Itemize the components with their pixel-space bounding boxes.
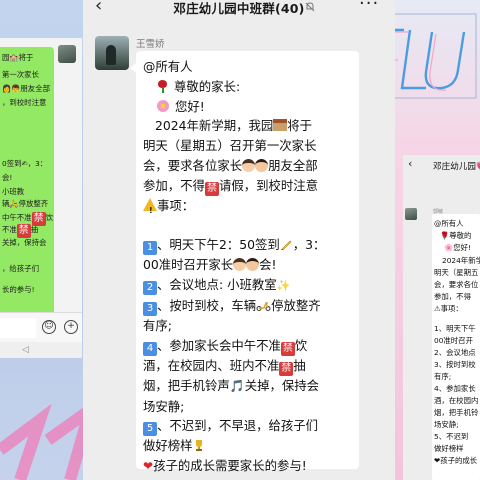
thumbnail-line: 2、会议地点 [434,348,476,357]
thumbnail-line: 3、按时到校 [434,360,476,369]
mute-icon [305,2,315,12]
message-line: 有序; [143,317,172,333]
thumbnail-line: 4、参加家长 [434,384,476,393]
more-icon[interactable]: ··· [359,0,379,14]
heart-icon: ❤ [143,459,154,474]
thumbnail-line: 场安静; [434,420,459,429]
forbidden-icon: 禁 [279,361,294,376]
main-chat-screenshot: ‹ 邓庄幼儿园中班群(40) ··· 王雪娇 @所有人 尊敬的家长: 您好! 2… [83,0,395,480]
warning-icon: ! [143,197,157,215]
message-line: ❤孩子的成长需要家长的参与! [143,458,307,474]
message-line: 做好榜样 [143,436,355,456]
father-face-icon [246,258,260,272]
thumbnail-line: 参加，不得 [434,292,471,301]
number-badge-icon: 3 [143,301,157,316]
thumbnail-line: ⚠事项： [434,304,463,313]
father-face-icon [255,158,269,172]
message-line: 明天（星期五）召开第一次家长 [143,138,317,154]
left-line: 第一次家长 [2,70,39,79]
left-chat-screenshot: 园🏫将于 第一次家长 👩👦朋友全部 ，到校时注意 0签到✍，3： 会! 小班教 … [0,38,82,356]
forbidden-icon: 禁 [280,341,295,356]
thumbnail-line: 明天（星期五 [434,268,479,277]
trophy-icon [195,440,202,452]
message-line: 烟，把手机铃声🎵关掉，保持会 [143,377,320,393]
message-line: 1 、明天下午2：50签到 ，3： [143,235,355,256]
mother-face-icon [242,158,256,172]
thumbnail-avatar [405,208,417,220]
nav-back-icon[interactable]: ◁ [22,345,29,355]
scooter-icon [256,302,271,311]
mother-face-icon [233,258,247,272]
back-arrow-icon: ‹ [408,157,413,170]
thumbnail-line: 🌹尊敬的 [440,231,472,240]
left-line: 0签到✍，3： [2,159,48,168]
message-line: 尊敬的家长: [143,77,355,97]
thumbnail-line: 烟，把手机铃 [434,408,479,417]
thumbnail-line: 做好榜样 [434,444,464,453]
message-text: @所有人 尊敬的家长: 您好! 2024年新学期，我园 将于 明天（星期五）召开第… [143,57,355,477]
chat-title-bar: ‹ 邓庄幼儿园中班群(40) ··· [83,0,395,18]
left-line: 👩👦朋友全部 [2,84,50,93]
message-line: 3 、按时到校，车辆 停放整齐 [143,296,355,316]
left-sender-avatar [58,45,76,63]
school-icon [273,119,288,132]
left-line: ，给孩子们 [2,264,39,273]
blossom-icon [157,99,169,112]
message-bubble[interactable]: @所有人 尊敬的家长: 您好! 2024年新学期，我园 将于 明天（星期五）召开第… [130,51,359,473]
left-system-navbar [0,342,82,358]
plus-icon[interactable]: + [64,320,78,334]
forbidden-icon: 禁 [204,181,219,196]
thumbnail-line: ❤孩子的成长 [434,456,478,465]
thumbnail-line: 5、不迟到 [434,432,469,441]
message-line: 会，要求各位家长 朋友全部 [143,157,318,173]
message-line: 酒，在校园内、班内不准禁抽 [143,357,306,376]
thumbnail-line: 会，要求各位 [434,280,479,289]
sparkle-icon: ✨ [276,279,291,293]
left-message-input[interactable] [0,318,36,338]
left-line: 会! [2,173,13,182]
left-line: 小班教 [2,187,25,196]
left-line: ，到校时注意 [2,98,47,107]
sender-name: 王雪娇 [136,39,165,50]
thumbnail-line: 2024年新学 [442,256,480,265]
message-line: 00准时召开家长 会! [143,257,277,273]
thumbnail-line: @所有人 [434,219,464,228]
message-line: ! 事项： [143,196,355,216]
music-note-icon: 🎵 [229,378,245,393]
chat-title: 邓庄幼儿园中班群(40) [173,1,305,16]
message-line: 参加，不得禁请假，到校时注意 [143,177,319,196]
left-line: 不准禁抽 [2,224,39,238]
rose-icon [157,79,168,93]
number-badge-icon: 2 [143,281,157,296]
message-line: 2 、会议地点: 小班教室✨ [143,275,355,296]
thumbnail-line: 🌸您好! [444,243,471,252]
left-line: 辆🛵停放整齐 [2,199,49,208]
thumbnail-title: 邓庄幼儿园💗 [433,162,480,172]
sender-avatar[interactable] [95,36,129,70]
emoji-icon[interactable]: ☺ [42,320,56,334]
message-line: 2024年新学期，我园 将于 [155,118,313,134]
number-badge-icon: 4 [143,341,157,356]
thumbnail-line: 00准时召开 [434,336,473,345]
message-line: 您好! [143,97,355,117]
left-line: 园🏫将于 [2,53,34,62]
thumbnail-line: 1、明天下午 [434,324,476,333]
message-line: 4 、参加家长会中午不准禁饮 [143,336,355,356]
message-line: 5 、不迟到，不早退，给孩子们 [143,416,355,437]
left-line: 长的参与! [2,285,35,294]
thumbnail-line: 有序; [434,372,452,381]
pencil-icon [280,240,292,251]
left-line: 关掉，保持会 [2,238,47,247]
message-line [143,216,355,236]
message-line: 场安静; [143,398,185,414]
number-badge-icon: 5 [143,422,157,437]
number-badge-icon: 1 [143,241,157,256]
message-line: @所有人 [143,59,193,74]
thumbnail-line: 酒，在校园内 [434,396,479,405]
forbidden-icon: 禁 [16,224,31,238]
